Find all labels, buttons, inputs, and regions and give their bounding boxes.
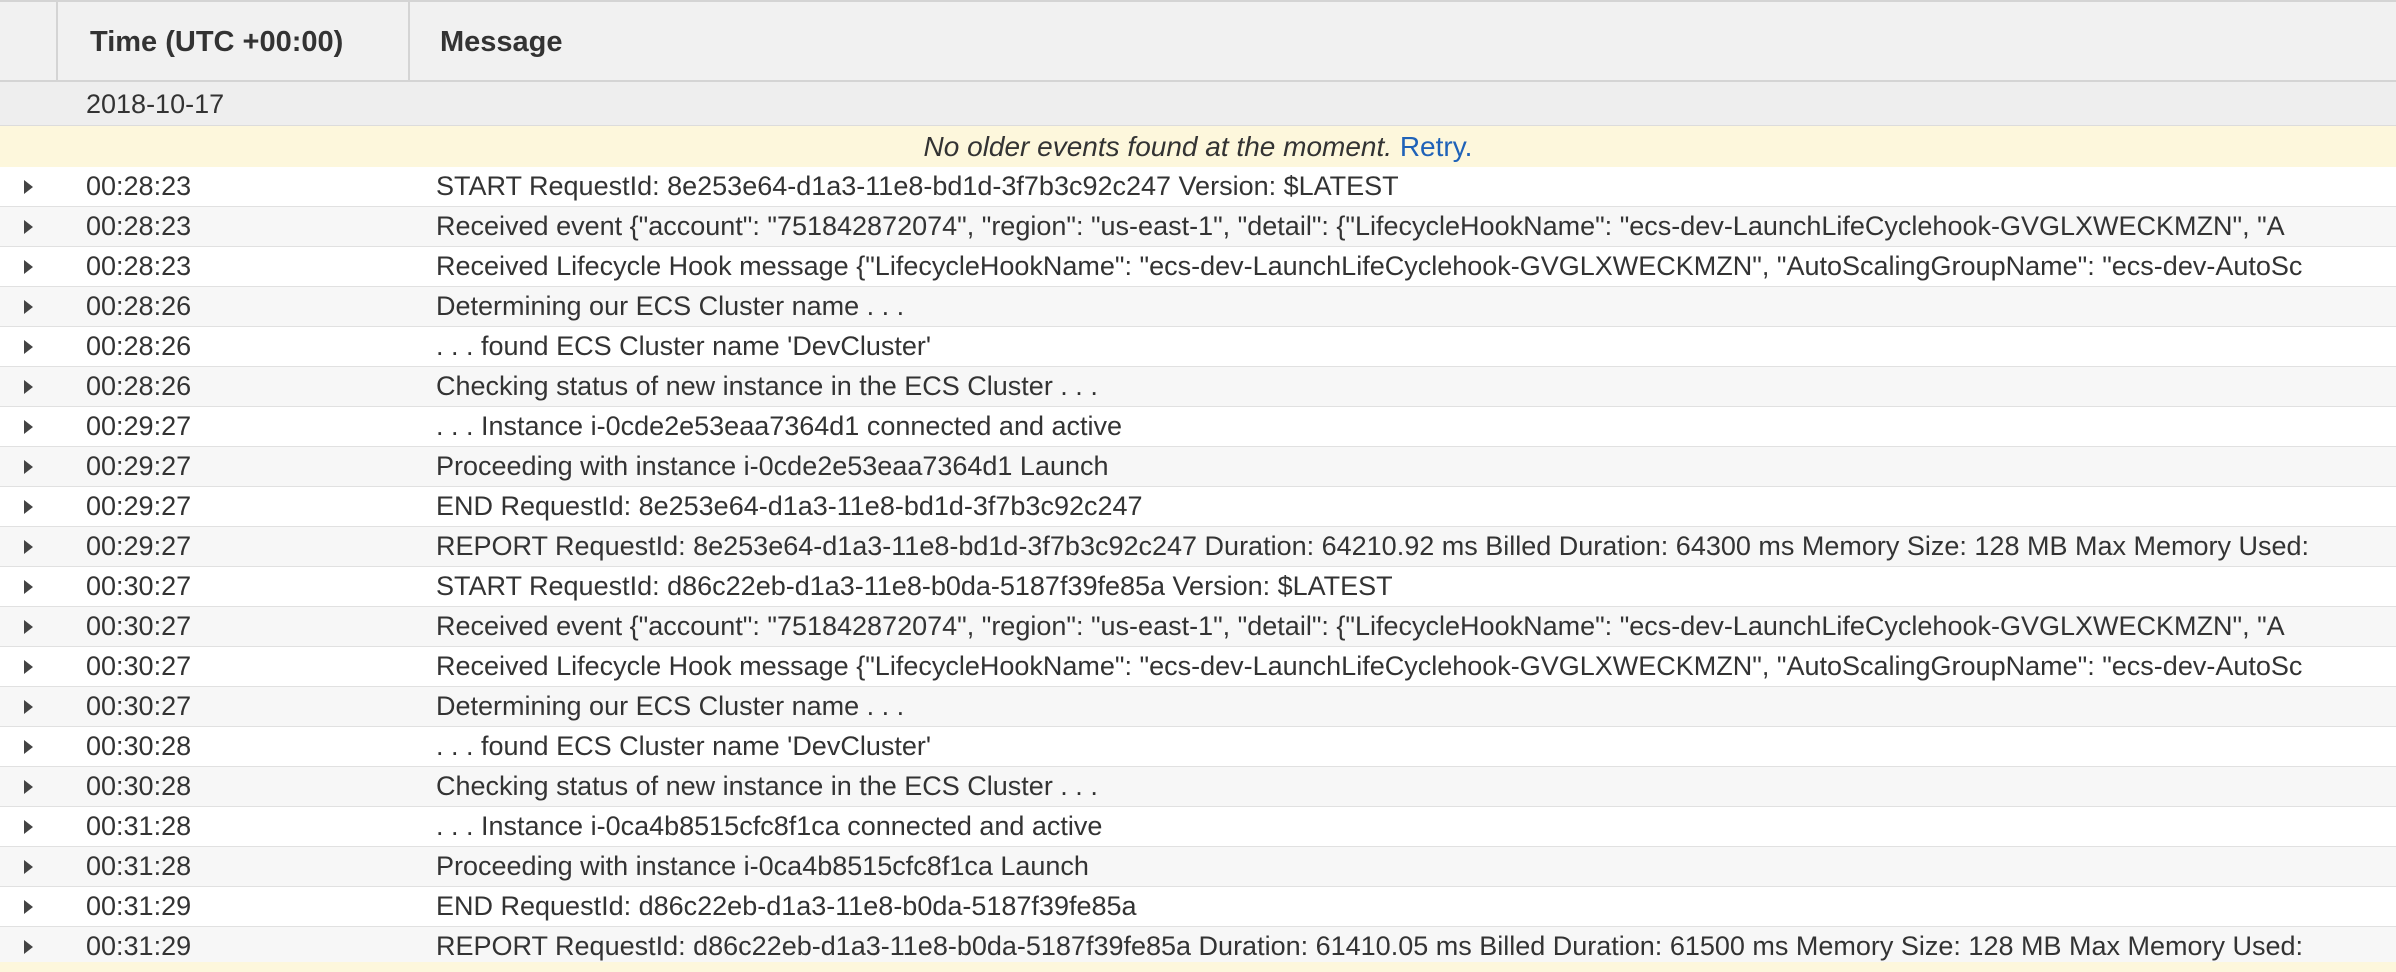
expand-caret-icon[interactable] [24,460,33,474]
log-event-row[interactable]: 00:30:27 Determining our ECS Cluster name… [0,687,2396,727]
event-time: 00:30:28 [86,731,192,761]
event-message: . . . Instance i-0ca4b8515cfc8f1ca conne… [436,811,1103,841]
event-message: . . . Instance i-0cde2e53eaa7364d1 conne… [436,411,1123,441]
log-event-row[interactable]: 00:30:27 Received Lifecycle Hook message … [0,647,2396,687]
expand-caret-icon[interactable] [24,860,33,874]
log-events-grid: Time (UTC +00:00) Message 2018-10-17 No … [0,0,2396,972]
event-message: END RequestId: d86c22eb-d1a3-11e8-b0da-5… [436,891,1137,921]
event-time: 00:29:27 [86,491,192,521]
event-time: 00:31:29 [86,931,192,961]
expand-caret-icon[interactable] [24,940,33,954]
expand-caret-icon[interactable] [24,620,33,634]
log-event-row[interactable]: 00:28:23 START RequestId: 8e253e64-d1a3-1… [0,167,2396,207]
event-message: Proceeding with instance i-0ca4b8515cfc8… [436,851,1089,881]
retry-link[interactable]: Retry. [1400,131,1473,162]
event-message: Determining our ECS Cluster name . . . [436,291,905,321]
message-column-header[interactable]: Message [410,2,2396,80]
event-time: 00:31:28 [86,811,192,841]
expand-caret-icon[interactable] [24,300,33,314]
log-event-row[interactable]: 00:30:28 . . . found ECS Cluster name 'De… [0,727,2396,767]
expand-caret-icon[interactable] [24,380,33,394]
event-time: 00:29:27 [86,451,192,481]
event-time: 00:28:26 [86,371,192,401]
event-message: Checking status of new instance in the E… [436,371,1098,401]
expand-caret-icon[interactable] [24,740,33,754]
event-time: 00:30:27 [86,691,192,721]
event-time: 00:28:26 [86,331,192,361]
event-time: 00:29:27 [86,531,192,561]
event-time: 00:28:23 [86,171,192,201]
event-message: Determining our ECS Cluster name . . . [436,691,905,721]
log-event-row[interactable]: 00:28:23 Received event {"account": "7518… [0,207,2396,247]
event-time: 00:28:23 [86,251,192,281]
event-message: Received Lifecycle Hook message {"Lifecy… [436,651,2303,681]
log-event-row[interactable]: 00:31:29 END RequestId: d86c22eb-d1a3-11e… [0,887,2396,927]
log-event-row[interactable]: 00:29:27 REPORT RequestId: 8e253e64-d1a3-… [0,527,2396,567]
event-time: 00:31:29 [86,891,192,921]
log-event-row[interactable]: 00:28:26 . . . found ECS Cluster name 'De… [0,327,2396,367]
expand-caret-icon[interactable] [24,700,33,714]
log-event-row[interactable]: 00:31:28 . . . Instance i-0ca4b8515cfc8f1… [0,807,2396,847]
expand-caret-icon[interactable] [24,500,33,514]
no-newer-events-strip [0,962,2396,972]
event-time: 00:30:27 [86,611,192,641]
event-time: 00:30:28 [86,771,192,801]
date-label: 2018-10-17 [86,89,225,119]
expand-caret-icon[interactable] [24,340,33,354]
log-event-row[interactable]: 00:29:27 Proceeding with instance i-0cde2… [0,447,2396,487]
log-event-row[interactable]: 00:28:26 Checking status of new instance … [0,367,2396,407]
log-event-row[interactable]: 00:30:27 START RequestId: d86c22eb-d1a3-1… [0,567,2396,607]
expand-caret-icon[interactable] [24,820,33,834]
expand-caret-icon[interactable] [24,780,33,794]
event-rows: 00:28:23 START RequestId: 8e253e64-d1a3-1… [0,167,2396,967]
event-time: 00:30:27 [86,571,192,601]
log-event-row[interactable]: 00:31:29 REPORT RequestId: d86c22eb-d1a3-… [0,927,2396,967]
expand-caret-icon[interactable] [24,420,33,434]
event-message: Checking status of new instance in the E… [436,771,1098,801]
event-message: REPORT RequestId: d86c22eb-d1a3-11e8-b0d… [436,931,2304,961]
log-event-row[interactable]: 00:28:23 Received Lifecycle Hook message … [0,247,2396,287]
event-time: 00:28:23 [86,211,192,241]
event-message: Received event {"account": "751842872074… [436,611,2285,641]
event-message: START RequestId: 8e253e64-d1a3-11e8-bd1d… [436,171,1399,201]
event-message: Proceeding with instance i-0cde2e53eaa73… [436,451,1109,481]
log-event-row[interactable]: 00:29:27 . . . Instance i-0cde2e53eaa7364… [0,407,2396,447]
event-time: 00:30:27 [86,651,192,681]
event-time: 00:31:28 [86,851,192,881]
log-event-row[interactable]: 00:29:27 END RequestId: 8e253e64-d1a3-11e… [0,487,2396,527]
log-event-row[interactable]: 00:28:26 Determining our ECS Cluster name… [0,287,2396,327]
expand-caret-icon[interactable] [24,580,33,594]
event-message: Received event {"account": "751842872074… [436,211,2285,241]
event-time: 00:28:26 [86,291,192,321]
log-event-row[interactable]: 00:30:27 Received event {"account": "7518… [0,607,2396,647]
table-header: Time (UTC +00:00) Message [0,0,2396,82]
event-message: . . . found ECS Cluster name 'DevCluster… [436,731,932,761]
expand-caret-icon[interactable] [24,660,33,674]
time-column-header[interactable]: Time (UTC +00:00) [58,2,410,80]
no-older-events-notice: No older events found at the moment. Ret… [0,126,2396,167]
log-event-row[interactable]: 00:30:28 Checking status of new instance … [0,767,2396,807]
log-event-row[interactable]: 00:31:28 Proceeding with instance i-0ca4b… [0,847,2396,887]
expand-caret-icon[interactable] [24,540,33,554]
notice-text: No older events found at the moment. [923,131,1393,162]
expand-caret-icon[interactable] [24,180,33,194]
event-message: Received Lifecycle Hook message {"Lifecy… [436,251,2303,281]
date-separator-row: 2018-10-17 [0,82,2396,126]
expander-column-header [0,2,58,80]
event-message: END RequestId: 8e253e64-d1a3-11e8-bd1d-3… [436,491,1143,521]
event-message: REPORT RequestId: 8e253e64-d1a3-11e8-bd1… [436,531,2310,561]
expand-caret-icon[interactable] [24,900,33,914]
expand-caret-icon[interactable] [24,220,33,234]
event-message: . . . found ECS Cluster name 'DevCluster… [436,331,932,361]
event-message: START RequestId: d86c22eb-d1a3-11e8-b0da… [436,571,1393,601]
expand-caret-icon[interactable] [24,260,33,274]
event-time: 00:29:27 [86,411,192,441]
